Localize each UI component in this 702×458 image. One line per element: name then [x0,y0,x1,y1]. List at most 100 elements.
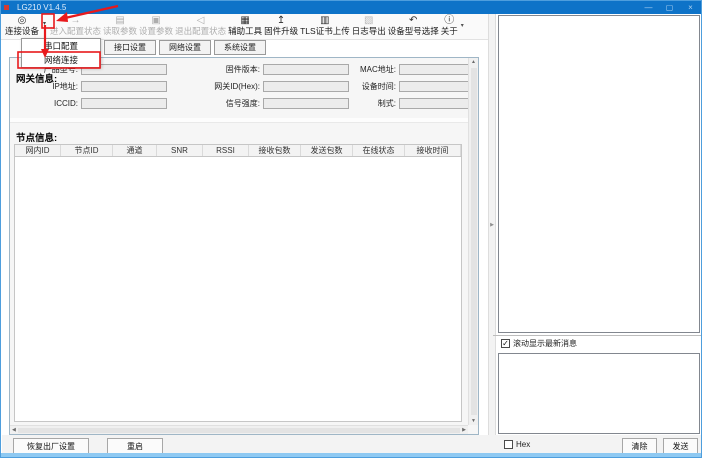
send-input-area[interactable] [498,353,700,434]
field-input-signal-strength[interactable] [263,98,349,109]
field-label-signal-strength: 信号强度: [170,98,260,109]
enter-config-icon: → [71,15,81,26]
vertical-scrollbar[interactable]: ▲ ▼ [468,58,478,425]
field-input-gateway-id-hex[interactable] [263,81,349,92]
connect-dropdown-button[interactable]: ▾ [40,20,49,27]
column-header-3[interactable]: SNR [157,145,203,156]
toolbar-label-exit-config-state: 退出配置状态 [175,26,226,36]
toolbar-label-read-params: 读取参数 [103,26,137,36]
column-header-0[interactable]: 网内ID [15,145,61,156]
tab-network-settings[interactable]: 网络设置 [159,40,211,55]
connect-device-icon: ◎ [18,15,27,26]
certificate-upload-icon: ▥ [320,15,329,26]
main-panel: 网关信息: 产品型号:固件版本:MAC地址:IP地址:网关ID(Hex):设备时… [9,57,479,435]
toolbar-label-tls-cert-upload: TLS证书上传 [300,26,350,36]
maximize-button[interactable]: ▢ [659,1,680,14]
toolbar-label-log-export: 日志导出 [352,26,386,36]
field-label-ip-address: IP地址: [36,81,78,92]
toolbar-item-tls-cert-upload[interactable]: ▥TLS证书上传 [300,15,350,36]
horizontal-scrollbar[interactable]: ◀ ▶ [10,425,468,434]
horizontal-scroll-thumb[interactable] [18,428,460,433]
about-info-icon: ⓘ [444,15,454,26]
field-label-iccid: ICCID: [36,99,78,108]
tab-system-settings[interactable]: 系统设置 [214,40,266,55]
toolbar-item-log-export[interactable]: ▧日志导出 [352,15,386,36]
field-input-ip-address[interactable] [81,81,167,92]
clear-button[interactable]: 清除 [622,438,657,454]
exit-config-icon: ◁ [197,15,205,26]
field-label-device-time: 设备时间: [352,81,396,92]
log-export-icon: ▧ [364,15,373,26]
window-controls: —▢× [638,1,701,14]
field-label-gateway-id-hex: 网关ID(Hex): [170,81,260,92]
field-input-firmware-version[interactable] [263,64,349,75]
column-header-4[interactable]: RSSI [203,145,249,156]
vertical-scroll-thumb[interactable] [471,68,477,415]
toolbar-item-firmware-upgrade[interactable]: ↥固件升级 [264,15,298,36]
right-divider [493,335,701,336]
toolbar-label-device-model-select: 设备型号选择 [388,26,439,36]
scroll-left-icon[interactable]: ◀ [12,426,16,434]
splitter-arrow-icon: ▶ [490,222,494,228]
section-divider [10,118,478,123]
toolbar-item-about[interactable]: ⓘ关于 [441,15,458,36]
column-header-2[interactable]: 通道 [113,145,157,156]
scroll-down-icon[interactable]: ▼ [471,417,476,425]
toolbar-label-aux-tools: 辅助工具 [228,26,262,36]
autoscroll-label: 滚动显示最新消息 [513,338,577,349]
node-table-body[interactable] [14,157,462,422]
toolbar-label-connect-device: 连接设备 [5,26,39,36]
column-header-7[interactable]: 在线状态 [353,145,405,156]
hex-label: Hex [516,440,530,449]
message-log-area[interactable] [498,15,700,333]
toolbar-label-firmware-upgrade: 固件升级 [264,26,298,36]
hex-option[interactable]: Hex [504,440,530,449]
toolbar-label-set-params: 设置参数 [139,26,173,36]
toolbar-item-enter-config-state[interactable]: →进入配置状态 [50,15,101,36]
menu-item-network-connect[interactable]: 网络连接 [22,53,100,67]
toolbar-overflow-icon[interactable]: ▾ [461,22,464,29]
factory-reset-button[interactable]: 恢复出厂设置 [13,438,89,454]
field-label-network-mode: 制式: [352,98,396,109]
gateway-info-form: 产品型号:固件版本:MAC地址:IP地址:网关ID(Hex):设备时间:ICCI… [36,64,471,109]
field-input-iccid[interactable] [81,98,167,109]
tab-interface-settings[interactable]: 接口设置 [104,40,156,55]
toolbar-item-device-model-select[interactable]: ↶设备型号选择 [388,15,439,36]
send-button[interactable]: 发送 [663,438,698,454]
toolbar: ◎连接设备▾→进入配置状态▤读取参数▣设置参数◁退出配置状态▦辅助工具↥固件升级… [1,14,493,40]
field-input-network-mode[interactable] [399,98,471,109]
node-table-header: 网内ID节点ID通道SNRRSSI接收包数发送包数在线状态接收时间 [14,144,462,157]
node-info-title: 节点信息: [16,130,57,144]
column-header-8[interactable]: 接收时间 [405,145,461,156]
close-button[interactable]: × [680,1,701,14]
toolbar-label-about: 关于 [441,26,458,36]
toolbar-item-exit-config-state[interactable]: ◁退出配置状态 [175,15,226,36]
column-header-6[interactable]: 发送包数 [301,145,353,156]
autoscroll-checkbox[interactable]: ✓ [501,339,510,348]
hex-checkbox[interactable] [504,440,513,449]
column-header-5[interactable]: 接收包数 [249,145,301,156]
scroll-right-icon[interactable]: ▶ [462,426,466,434]
tab-bar: 接口设置网络设置系统设置 [104,40,266,55]
toolbar-item-connect-device[interactable]: ◎连接设备 [5,15,39,36]
restart-button[interactable]: 重启 [107,438,163,454]
node-table: 网内ID节点ID通道SNRRSSI接收包数发送包数在线状态接收时间 [14,144,462,422]
toolbar-label-enter-config-state: 进入配置状态 [50,26,101,36]
app-icon [4,5,9,10]
menu-item-serial-config[interactable]: 串口配置 [22,39,100,53]
window-bottom-edge [1,453,701,457]
scroll-up-icon[interactable]: ▲ [471,58,476,66]
window-title: LG210 V1.4.5 [17,3,66,12]
titlebar: LG210 V1.4.5 —▢× [1,1,701,14]
device-model-icon: ↶ [409,15,417,26]
field-input-device-time[interactable] [399,81,471,92]
toolbar-item-read-params[interactable]: ▤读取参数 [103,15,137,36]
minimize-button[interactable]: — [638,1,659,14]
field-input-mac-address[interactable] [399,64,471,75]
column-header-1[interactable]: 节点ID [61,145,113,156]
toolbar-item-aux-tools[interactable]: ▦辅助工具 [228,15,262,36]
panel-splitter[interactable]: ▶ [488,14,496,435]
connect-dropdown-menu: 串口配置网络连接 [21,38,101,68]
toolbar-item-set-params[interactable]: ▣设置参数 [139,15,173,36]
autoscroll-option[interactable]: ✓ 滚动显示最新消息 [501,338,577,349]
